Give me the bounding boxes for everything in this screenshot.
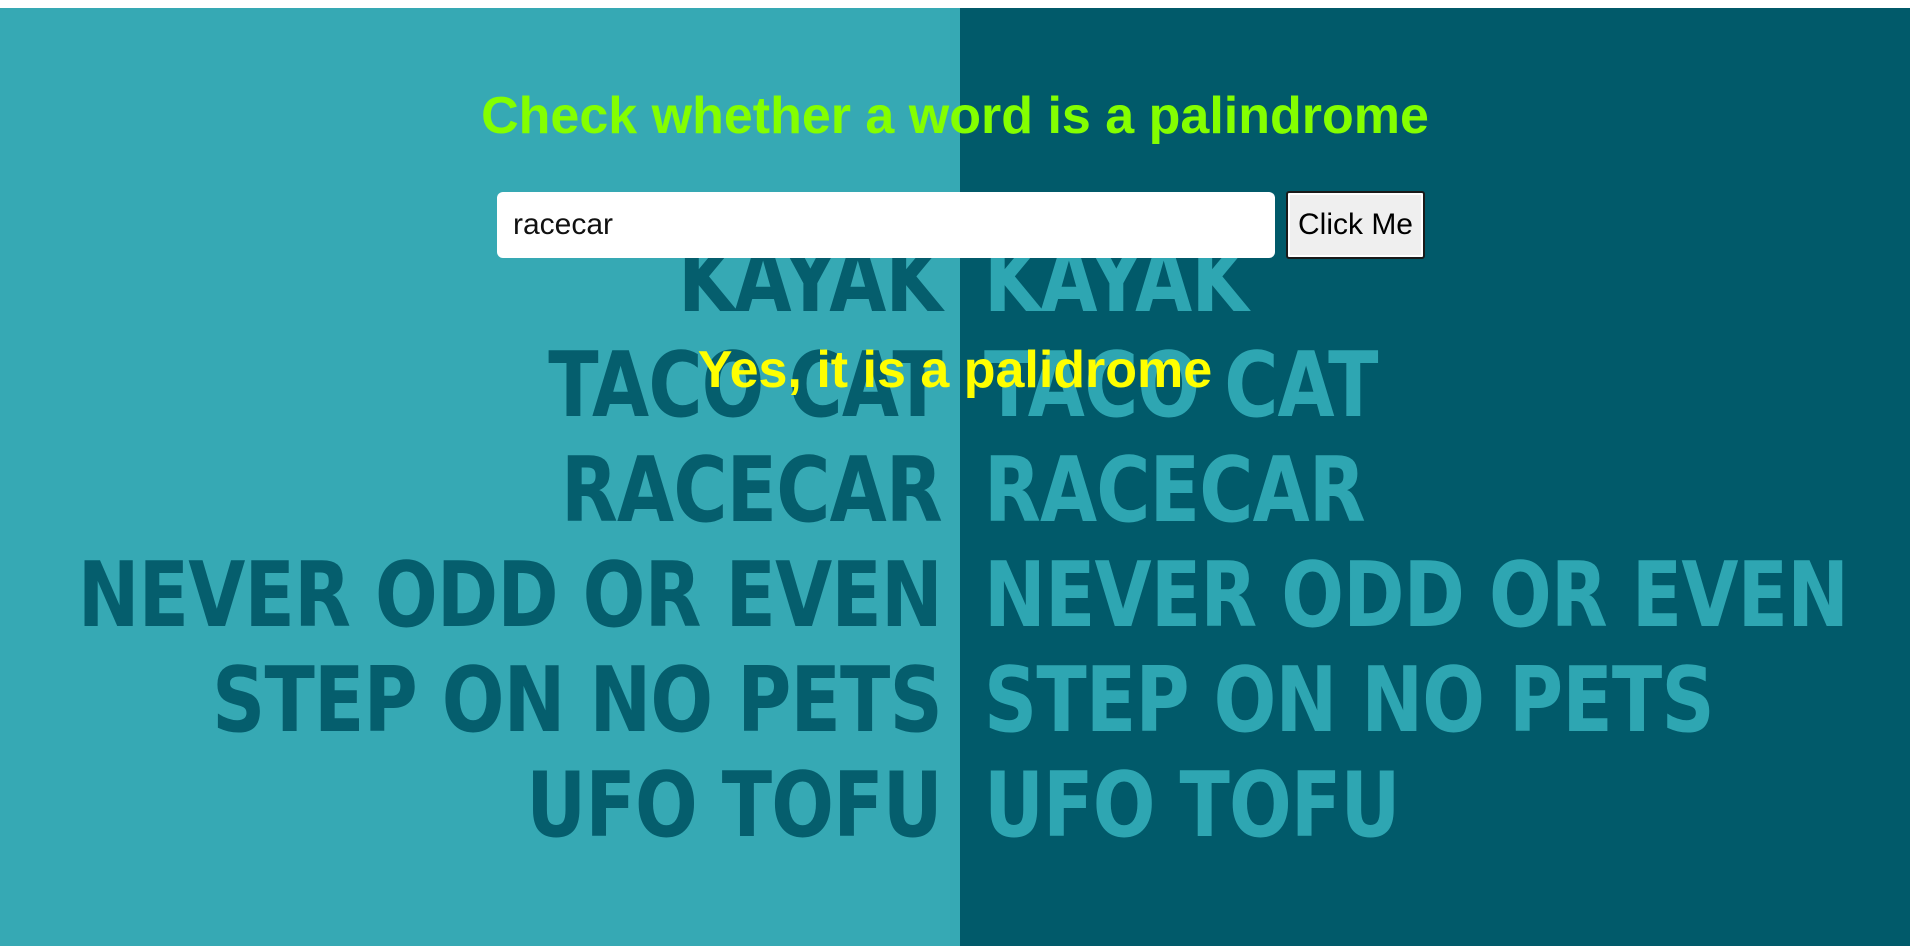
background-word: NEVER ODD OR EVEN <box>77 543 943 648</box>
background-word: UFO TOFU <box>984 753 1400 858</box>
background-word: STEP ON NO PETS <box>984 648 1715 753</box>
top-strip <box>0 0 1910 8</box>
page-title: Check whether a word is a palindrome <box>481 87 1429 145</box>
background-word: UFO TOFU <box>526 753 942 858</box>
background-words-right: KAYAK TACO CAT RACECAR NEVER ODD OR EVEN… <box>984 228 1849 858</box>
background-word: NEVER ODD OR EVEN <box>984 543 1849 648</box>
word-input[interactable] <box>497 192 1275 258</box>
background-word: RACECAR <box>984 438 1366 543</box>
check-button[interactable]: Click Me <box>1286 191 1425 259</box>
background-word: STEP ON NO PETS <box>212 648 943 753</box>
background-words-left: KAYAK TACO CAT RACECAR NEVER ODD OR EVEN… <box>77 228 943 858</box>
page-background: KAYAK TACO CAT RACECAR NEVER ODD OR EVEN… <box>0 8 1910 946</box>
result-message: Yes, it is a palidrome <box>697 341 1213 399</box>
background-word: RACECAR <box>561 438 943 543</box>
